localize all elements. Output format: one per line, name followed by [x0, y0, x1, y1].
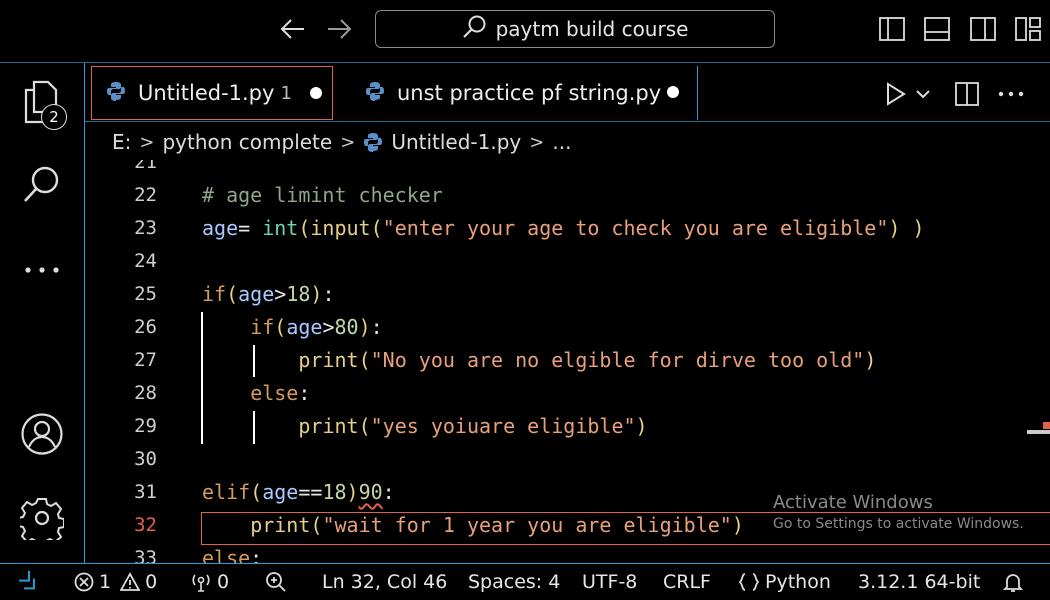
line-number: 31	[134, 481, 157, 503]
file-encoding[interactable]: UTF-8	[582, 564, 637, 600]
activate-windows-title: Activate Windows	[773, 492, 933, 513]
ports-indicator[interactable]: 0	[190, 564, 229, 600]
scrollbar-error-marker	[1043, 422, 1050, 429]
error-count: 1	[99, 571, 112, 593]
chevron-right-icon: >	[340, 131, 356, 153]
activity-bar	[0, 63, 85, 563]
language-mode[interactable]: Python	[738, 564, 831, 600]
split-editor-icon[interactable]	[951, 78, 983, 110]
zoom-icon[interactable]	[265, 564, 287, 600]
python-file-icon	[363, 132, 383, 152]
python-file-icon	[106, 81, 126, 106]
breadcrumb-folder[interactable]: python complete	[162, 130, 332, 154]
end-of-line[interactable]: CRLF	[663, 564, 711, 600]
line-number: 27	[134, 349, 157, 371]
language-label: Python	[765, 571, 831, 593]
activate-windows-subtitle: Go to Settings to activate Windows.	[773, 516, 1024, 532]
python-file-icon	[365, 81, 385, 106]
toggle-primary-sidebar-icon[interactable]	[878, 15, 906, 43]
more-views-icon[interactable]	[18, 246, 66, 294]
unsaved-dot-icon[interactable]	[667, 86, 679, 98]
warning-icon	[120, 572, 141, 592]
code-line[interactable]: age= int(input("enter your age to check …	[202, 212, 925, 245]
python-interpreter[interactable]: 3.12.1 64-bit	[858, 564, 980, 600]
tab-label: Untitled-1.py	[138, 81, 275, 105]
code-line[interactable]: else:	[202, 542, 262, 563]
code-line[interactable]: if(age>18):	[202, 278, 335, 311]
indentation-setting[interactable]: Spaces: 4	[468, 564, 560, 600]
line-number: 32	[134, 514, 157, 536]
problem-count-badge: 1	[280, 82, 292, 104]
title-bar: paytm build course	[0, 0, 1050, 62]
scrollbar-marker[interactable]	[1027, 430, 1050, 434]
settings-gear-icon[interactable]	[18, 494, 66, 542]
problems-indicator[interactable]: 1 0	[74, 564, 157, 600]
toggle-panel-icon[interactable]	[923, 15, 951, 43]
notifications-bell-icon[interactable]	[1002, 564, 1024, 600]
forward-arrow-icon[interactable]	[324, 14, 354, 44]
cursor-position[interactable]: Ln 32, Col 46	[322, 564, 447, 600]
broadcast-icon	[190, 571, 212, 593]
run-python-file-icon[interactable]	[880, 78, 912, 110]
indent-guide	[201, 312, 203, 444]
search-activity-icon[interactable]	[18, 160, 66, 208]
indent-guide	[253, 411, 255, 444]
search-text: paytm build course	[495, 17, 689, 41]
remote-indicator-icon[interactable]	[18, 564, 40, 600]
breadcrumb-more[interactable]: ...	[552, 130, 571, 154]
line-number: 33	[134, 547, 157, 563]
line-number: 26	[134, 316, 157, 338]
breadcrumb: E: > python complete > Untitled-1.py > .…	[112, 124, 571, 160]
search-icon	[462, 14, 488, 45]
ports-count: 0	[217, 571, 230, 593]
tab-bar: Untitled-1.py 1 unst practice pf string.…	[85, 63, 1050, 121]
tab-divider	[85, 121, 1050, 122]
warning-count: 0	[145, 571, 158, 593]
code-line[interactable]: elif(age==18)90:	[202, 476, 395, 509]
back-arrow-icon[interactable]	[278, 14, 308, 44]
explorer-badge: 2	[41, 104, 67, 130]
line-number: 30	[134, 448, 157, 470]
breadcrumb-file[interactable]: Untitled-1.py	[391, 130, 521, 154]
code-line[interactable]: print("yes yoiuare eligible")	[202, 410, 647, 443]
chevron-right-icon: >	[139, 131, 155, 153]
customize-layout-icon[interactable]	[1014, 15, 1042, 43]
code-line[interactable]: # age limint checker	[202, 179, 443, 212]
chevron-right-icon: >	[529, 131, 545, 153]
tab-unst-practice[interactable]: unst practice pf string.py	[341, 66, 698, 120]
line-number: 23	[134, 217, 157, 239]
run-options-chevron-down-icon[interactable]	[911, 78, 935, 110]
line-number: 21	[134, 160, 157, 173]
line-number: 25	[134, 283, 157, 305]
error-icon	[74, 572, 94, 592]
command-center-search[interactable]: paytm build course	[375, 10, 775, 48]
tab-untitled-1[interactable]: Untitled-1.py 1	[91, 66, 333, 120]
breadcrumb-drive[interactable]: E:	[112, 130, 131, 154]
code-line[interactable]: print("No you are no elgible for dirve t…	[202, 344, 876, 377]
line-number: 22	[134, 184, 157, 206]
tab-label: unst practice pf string.py	[397, 81, 662, 105]
line-number: 29	[134, 415, 157, 437]
line-number: 24	[134, 250, 157, 272]
status-bar: 1 0 0 Ln 32, Col 46 Spaces: 4 UTF-8 CRLF…	[0, 563, 1050, 600]
unsaved-dot-icon[interactable]	[310, 87, 322, 99]
indent-guide	[253, 345, 255, 377]
accounts-icon[interactable]	[18, 410, 66, 458]
line-number: 28	[134, 382, 157, 404]
braces-icon	[738, 571, 760, 593]
toggle-secondary-sidebar-icon[interactable]	[969, 15, 997, 43]
code-line[interactable]: if(age>80):	[202, 311, 383, 344]
code-line[interactable]: else:	[202, 377, 310, 410]
more-actions-icon[interactable]	[995, 78, 1027, 110]
